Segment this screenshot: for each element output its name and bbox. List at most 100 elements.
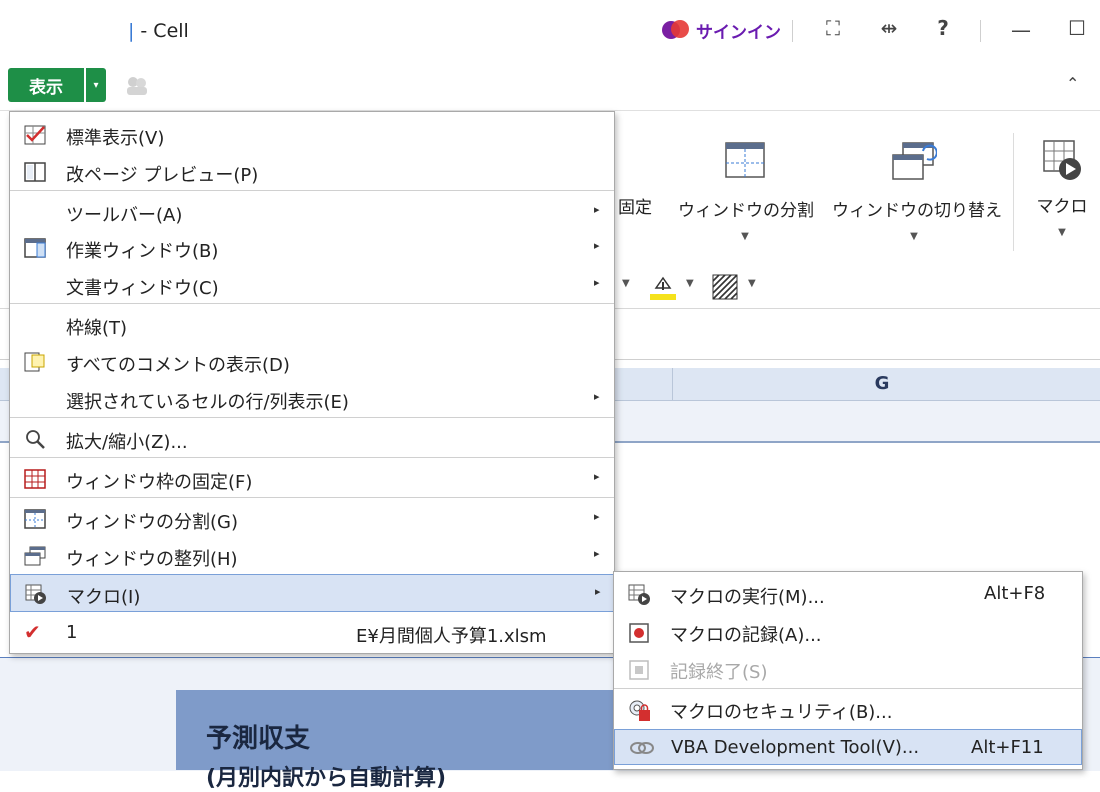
menu-item-label: 改ページ プレビュー(P) — [66, 165, 259, 186]
menu-item-split-window[interactable]: ウィンドウの分割(G) ▸ — [10, 500, 614, 538]
menu-item-document-window[interactable]: 文書ウィンドウ(C) ▸ — [10, 266, 614, 304]
shortcut-label: Alt+F11 — [971, 737, 1044, 758]
menu-item-label: 文書ウィンドウ(C) — [66, 278, 219, 299]
submenu-item-label: マクロの実行(M)... — [670, 587, 825, 608]
submenu-item-label: 記録終了(S) — [670, 662, 768, 683]
freeze-pane-icon — [24, 469, 46, 489]
macro-ribbon-caret-icon: ▼ — [1058, 227, 1066, 238]
submenu-separator — [614, 688, 1082, 689]
submenu-arrow-icon: ▸ — [594, 276, 600, 289]
freeze-panes-label: 固定 — [618, 198, 652, 218]
macro-security-icon — [628, 699, 652, 721]
view-menu-button[interactable]: 表示 ▾ — [8, 68, 106, 102]
help-icon[interactable]: ? — [928, 16, 958, 40]
recent-file-path: E¥月間個人予算1.xlsm — [356, 626, 547, 647]
collapse-ribbon-icon[interactable]: ⌃ — [1066, 74, 1079, 93]
checkmark-icon: ✔ — [24, 620, 41, 644]
menu-item-label: ウィンドウ枠の固定(F) — [66, 472, 253, 493]
macro-ribbon-button[interactable]: マクロ ▼ — [1030, 139, 1094, 238]
submenu-arrow-icon: ▸ — [594, 547, 600, 560]
minimize-icon[interactable]: — — [1006, 18, 1036, 42]
menu-item-arrange-windows[interactable]: ウィンドウの整列(H) ▸ — [10, 537, 614, 575]
menu-item-label: 選択されているセルの行/列表示(E) — [66, 392, 349, 413]
view-menu-dropdown-icon[interactable]: ▾ — [86, 68, 106, 102]
account-logo-icon — [662, 19, 690, 41]
menu-item-label: マクロ(I) — [67, 587, 141, 608]
signin-button[interactable]: サインイン — [662, 16, 781, 44]
freeze-panes-button[interactable]: 固定 — [618, 193, 652, 218]
menu-item-page-break-preview[interactable]: 改ページ プレビュー(P) — [10, 153, 614, 191]
run-macro-icon — [628, 584, 652, 605]
macro-submenu: マクロの実行(M)... Alt+F8 マクロの記録(A)... 記録終了(S)… — [613, 571, 1083, 770]
submenu-item-label: VBA Development Tool(V)... — [671, 737, 920, 758]
fill-color-caret-icon[interactable]: ▼ — [686, 278, 694, 289]
ribbon-separator — [1013, 133, 1014, 251]
checked-view-icon — [24, 125, 46, 145]
macro-ribbon-icon — [1043, 140, 1081, 180]
title-separator — [792, 20, 793, 42]
title-bar: | - Cell サインイン ⛶ ⇹ ? — ☐ — [0, 0, 1100, 62]
submenu-arrow-icon: ▸ — [594, 203, 600, 216]
submenu-arrow-icon: ▸ — [594, 390, 600, 403]
submenu-item-vba-tool[interactable]: VBA Development Tool(V)... Alt+F11 — [614, 729, 1082, 765]
menu-item-label: ウィンドウの分割(G) — [66, 512, 238, 533]
menu-separator — [10, 497, 614, 498]
view-dropdown-menu: 標準表示(V) 改ページ プレビュー(P) ツールバー(A) ▸ 作業ウィンドウ… — [9, 111, 615, 654]
menu-item-toolbar[interactable]: ツールバー(A) ▸ — [10, 193, 614, 231]
menu-item-label: 標準表示(V) — [66, 128, 165, 149]
menu-item-recent-file[interactable]: ✔ 1 E¥月間個人予算1.xlsm — [10, 614, 614, 652]
submenu-arrow-icon: ▸ — [594, 510, 600, 523]
vba-tool-icon — [629, 738, 654, 758]
stop-record-icon — [628, 659, 652, 680]
menu-item-label: ウィンドウの整列(H) — [66, 549, 238, 570]
submenu-item-macro-security[interactable]: マクロのセキュリティ(B)... — [614, 691, 1082, 727]
submenu-item-label: マクロのセキュリティ(B)... — [670, 702, 893, 723]
menu-item-selected-cell-rowcol[interactable]: 選択されているセルの行/列表示(E) ▸ — [10, 380, 614, 418]
menu-item-normal-view[interactable]: 標準表示(V) — [10, 116, 614, 154]
menu-separator — [10, 190, 614, 191]
menu-item-label: 1 — [66, 622, 78, 643]
submenu-item-record-macro[interactable]: マクロの記録(A)... — [614, 614, 1082, 650]
menu-item-task-pane[interactable]: 作業ウィンドウ(B) ▸ — [10, 229, 614, 267]
split-window-ribbon-button[interactable]: ウィンドウの分割 ▼ — [678, 141, 814, 242]
format-caret-icon[interactable]: ▼ — [622, 278, 630, 289]
submenu-item-run-macro[interactable]: マクロの実行(M)... Alt+F8 — [614, 576, 1082, 612]
page-break-icon — [24, 162, 46, 182]
menu-item-macro[interactable]: マクロ(I) ▸ — [10, 574, 614, 612]
submenu-item-stop-recording: 記録終了(S) — [614, 651, 1082, 687]
forecast-title: 予測収支 — [206, 724, 311, 754]
menu-item-zoom[interactable]: 拡大/縮小(Z)... — [10, 420, 614, 458]
title-separator-2 — [980, 20, 981, 42]
menu-item-show-all-comments[interactable]: すべてのコメントの表示(D) — [10, 343, 614, 381]
split-window-caret-icon: ▼ — [741, 231, 749, 242]
pattern-icon[interactable] — [712, 274, 738, 300]
forecast-cell[interactable]: 予測収支 (月別内訳から自動計算) — [176, 690, 616, 791]
submenu-arrow-icon: ▸ — [594, 470, 600, 483]
split-view-icon[interactable]: ⇹ — [874, 16, 904, 40]
macro-ribbon-label: マクロ — [1036, 197, 1088, 217]
macro-icon — [25, 584, 47, 604]
switch-window-ribbon-button[interactable]: ウィンドウの切り替え ▼ — [832, 141, 1002, 242]
view-menu-label[interactable]: 表示 — [8, 68, 84, 102]
submenu-arrow-icon: ▸ — [594, 239, 600, 252]
menu-item-label: 作業ウィンドウ(B) — [66, 241, 219, 262]
column-g-header[interactable]: G — [672, 368, 1091, 400]
menu-separator — [10, 303, 614, 304]
menu-item-label: ツールバー(A) — [66, 205, 183, 226]
window-title: | - Cell — [128, 20, 189, 42]
switch-window-ribbon-icon — [892, 142, 938, 180]
record-macro-icon — [628, 622, 652, 643]
menu-item-label: 拡大/縮小(Z)... — [66, 432, 188, 453]
maximize-icon[interactable]: ☐ — [1062, 16, 1092, 40]
arrange-window-icon — [24, 546, 46, 566]
shortcut-label: Alt+F8 — [984, 583, 1046, 604]
menu-item-label: すべてのコメントの表示(D) — [66, 355, 290, 376]
menu-item-gridlines[interactable]: 枠線(T) — [10, 306, 614, 344]
fullscreen-icon[interactable]: ⛶ — [818, 16, 848, 40]
pattern-caret-icon[interactable]: ▼ — [748, 278, 756, 289]
switch-window-ribbon-label: ウィンドウの切り替え — [832, 201, 1002, 221]
users-icon — [124, 74, 150, 96]
menu-item-freeze-panes[interactable]: ウィンドウ枠の固定(F) ▸ — [10, 460, 614, 498]
fill-color-icon[interactable] — [648, 272, 678, 302]
menu-separator — [10, 417, 614, 418]
